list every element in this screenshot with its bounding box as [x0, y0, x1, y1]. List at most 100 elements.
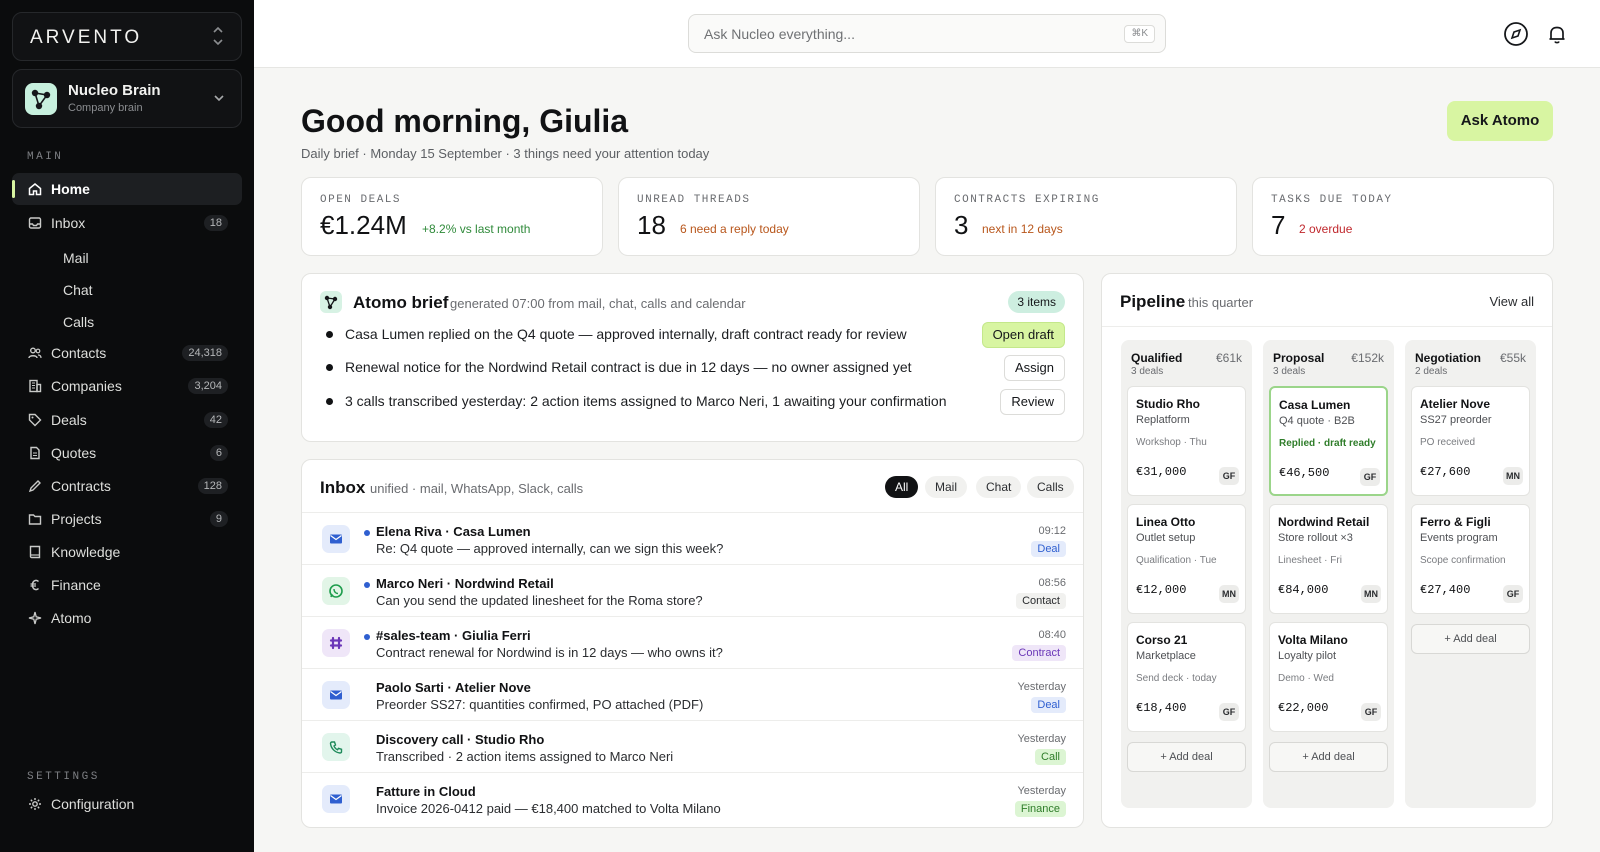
sidebar-item-contracts[interactable]: Contracts 128 — [12, 470, 242, 502]
column-total: €61k — [1215, 351, 1242, 365]
deal-card[interactable]: Studio Rho Replatform Workshop · Thu €31… — [1127, 386, 1246, 496]
sidebar-item-label: Contacts — [51, 345, 107, 361]
sidebar-item-atomo[interactable]: Atomo — [12, 602, 242, 634]
sidebar-item-count: 18 — [203, 215, 228, 231]
brand-name: ARVENTO — [30, 27, 143, 48]
bullet — [326, 398, 333, 405]
message-sender: Discovery call · Studio Rho — [376, 732, 545, 747]
ask-atomo-button[interactable]: Ask Atomo — [1447, 101, 1553, 141]
avatar: MN — [1361, 585, 1381, 603]
daily-brief-line: Daily brief · Monday 15 September · 3 th… — [301, 146, 710, 161]
inbox-row[interactable]: #sales-team · Giulia Ferri Contract rene… — [302, 616, 1083, 668]
inbox-row[interactable]: Marco Neri · Nordwind Retail Can you sen… — [302, 564, 1083, 616]
message-tag: Call — [1035, 749, 1066, 765]
inbox-title: Inbox — [320, 478, 366, 497]
brief-subtitle: generated 07:00 from mail, chat, calls a… — [450, 296, 746, 311]
sidebar-item-finance[interactable]: Finance — [12, 569, 242, 601]
column-name: Proposal — [1273, 351, 1325, 365]
sidebar-item-companies[interactable]: Companies 3,204 — [12, 370, 242, 402]
view-all-link[interactable]: View all — [1489, 294, 1534, 309]
filter-tab-mail[interactable]: Mail — [925, 476, 968, 498]
deal-card[interactable]: Volta Milano Loyalty pilot Demo · Wed €2… — [1269, 622, 1388, 732]
sidebar-item-configuration[interactable]: Configuration — [12, 788, 242, 820]
avatar: GF — [1360, 468, 1380, 486]
message-tag: Finance — [1014, 801, 1066, 817]
review-button[interactable]: Review — [1000, 389, 1065, 415]
inbox-row[interactable]: Paolo Sarti · Atelier Nove Preorder SS27… — [302, 668, 1083, 720]
avatar: GF — [1503, 585, 1523, 603]
chevron-down-icon — [214, 95, 224, 102]
inbox-row[interactable]: Discovery call · Studio Rho Transcribed … — [302, 720, 1083, 772]
sidebar-subitem-chat[interactable]: Chat — [63, 282, 93, 298]
deal-name: Volta Milano — [1278, 633, 1348, 647]
message-sender: Elena Riva · Casa Lumen — [376, 524, 531, 539]
sidebar-item-projects[interactable]: Projects 9 — [12, 503, 242, 535]
open-draft-button[interactable]: Open draft — [981, 322, 1065, 348]
deal-next-step: Workshop · Thu — [1136, 437, 1207, 448]
avatar: MN — [1219, 585, 1239, 603]
kpi-value: €1.24M — [320, 210, 407, 240]
document-icon — [30, 446, 40, 460]
bullet — [326, 331, 333, 338]
add-deal-button[interactable]: + Add deal — [1127, 742, 1246, 772]
message-sender: Paolo Sarti · Atelier Nove — [376, 680, 531, 695]
kpi-tasks-due[interactable]: TASKS DUE TODAY 7 2 overdue — [1252, 177, 1554, 256]
add-deal-button[interactable]: + Add deal — [1269, 742, 1388, 772]
filter-tab-chat[interactable]: Chat — [976, 476, 1022, 498]
filter-tab-calls[interactable]: Calls — [1027, 476, 1074, 498]
gear-icon — [29, 798, 41, 810]
kpi-contracts-expiring[interactable]: CONTRACTS EXPIRING 3 next in 12 days — [935, 177, 1237, 256]
deal-card[interactable]: Nordwind Retail Store rollout ×3 Lineshe… — [1269, 504, 1388, 614]
sidebar-subitem-mail[interactable]: Mail — [63, 250, 89, 266]
sidebar-item-count: 128 — [197, 478, 228, 494]
sidebar-item-count: 24,318 — [182, 345, 228, 361]
sidebar-item-deals[interactable]: Deals 42 — [12, 404, 242, 436]
bell-icon[interactable] — [1543, 20, 1571, 48]
inbox-row[interactable]: Fatture in Cloud Invoice 2026-0412 paid … — [302, 772, 1083, 824]
search-bar[interactable]: ⌘K — [688, 14, 1166, 53]
sidebar-item-quotes[interactable]: Quotes 6 — [12, 437, 242, 469]
deal-next-step: Linesheet · Fri — [1278, 555, 1342, 566]
nucleo-logo-icon — [25, 83, 57, 115]
assign-button[interactable]: Assign — [1003, 355, 1065, 381]
sidebar-subitem-calls[interactable]: Calls — [63, 314, 94, 330]
deal-card[interactable]: Ferro & Figli Events program Scope confi… — [1411, 504, 1530, 614]
inbox-row[interactable]: Elena Riva · Casa Lumen Re: Q4 quote — a… — [302, 512, 1083, 564]
compass-icon[interactable] — [1502, 20, 1530, 48]
sidebar-item-home[interactable]: Home — [12, 173, 242, 205]
add-deal-button[interactable]: + Add deal — [1411, 624, 1530, 654]
pipeline-title: Pipeline — [1120, 292, 1186, 311]
kpi-unread-threads[interactable]: UNREAD THREADS 18 6 need a reply today — [618, 177, 920, 256]
message-preview: Preorder SS27: quantities confirmed, PO … — [376, 697, 704, 712]
deal-name: Atelier Nove — [1420, 397, 1491, 411]
deal-value: €46,500 — [1279, 466, 1330, 480]
sidebar-item-knowledge[interactable]: Knowledge — [12, 536, 242, 568]
sidebar-item-contacts[interactable]: Contacts 24,318 — [12, 337, 242, 369]
kpi-label: UNREAD THREADS — [637, 194, 751, 206]
bullet — [326, 364, 333, 371]
building-icon — [29, 379, 42, 393]
message-preview: Re: Q4 quote — approved internally, can … — [376, 541, 724, 556]
search-input[interactable] — [704, 24, 1104, 44]
message-preview: Invoice 2026-0412 paid — €18,400 matched… — [376, 801, 721, 816]
sidebar-item-label: Companies — [51, 378, 122, 394]
deal-card[interactable]: Atelier Nove SS27 preorder PO received €… — [1411, 386, 1530, 496]
deal-next-step: Replied · draft ready — [1279, 438, 1376, 449]
kpi-label: OPEN DEALS — [320, 194, 402, 206]
kpi-open-deals[interactable]: OPEN DEALS €1.24M +8.2% vs last month — [301, 177, 603, 256]
pipeline-column-negotiation: Negotiation €55k 2 deals Atelier Nove SS… — [1405, 340, 1536, 808]
workspace-switcher[interactable]: Nucleo Brain Company brain — [12, 69, 242, 128]
deal-next-step: Qualification · Tue — [1136, 555, 1217, 566]
inbox-card: Inbox unified · mail, WhatsApp, Slack, c… — [301, 459, 1084, 828]
deal-card[interactable]: Corso 21 Marketplace Send deck · today €… — [1127, 622, 1246, 732]
sparkle-icon — [28, 611, 42, 625]
atomo-logo-icon — [320, 291, 342, 313]
filter-tab-all[interactable]: All — [885, 476, 919, 498]
sidebar-item-count: 6 — [209, 445, 228, 461]
sidebar-item-inbox[interactable]: Inbox 18 — [12, 207, 242, 239]
deal-description: Outlet setup — [1136, 532, 1196, 544]
deal-card[interactable]: Casa Lumen Q4 quote · B2B Replied · draf… — [1269, 386, 1388, 496]
brand-switcher[interactable]: ARVENTO — [12, 12, 242, 61]
kpi-value: 3 — [954, 210, 969, 240]
deal-card[interactable]: Linea Otto Outlet setup Qualification · … — [1127, 504, 1246, 614]
